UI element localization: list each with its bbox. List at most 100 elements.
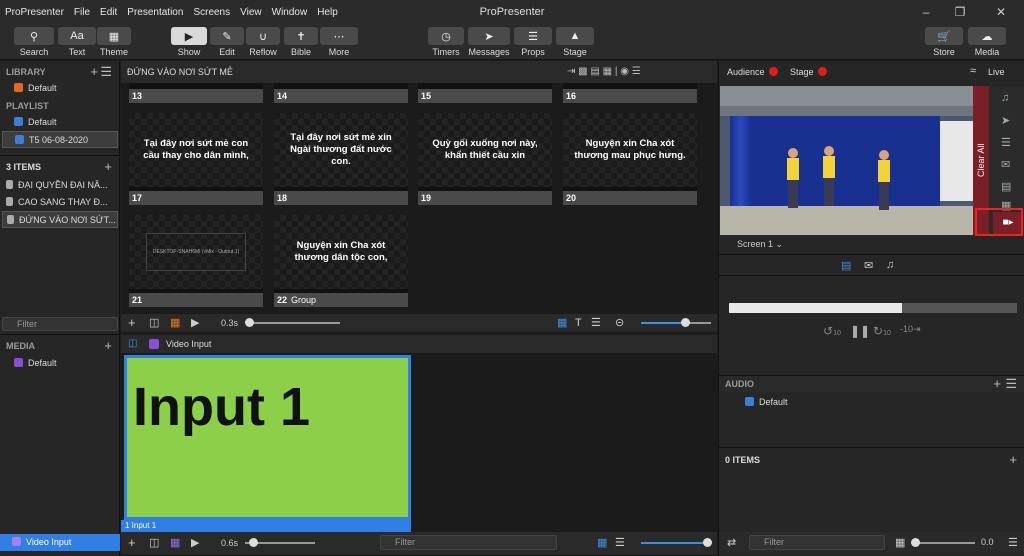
slide-text: Nguyện xin Cha xót thương dân tộc con,	[294, 240, 388, 263]
slide-20[interactable]: Nguyện xin Cha xót thương mau phục hưng.…	[563, 113, 697, 205]
menu-edit[interactable]: Edit	[95, 7, 122, 18]
slide-19[interactable]: Quỳ gối xuống nơi này, khẩn thiết cầu xi…	[418, 113, 552, 205]
grid-view-icon[interactable]: ▦	[597, 532, 607, 554]
zoom-slider[interactable]	[641, 318, 711, 327]
menu-presentation[interactable]: Presentation	[122, 7, 188, 18]
slide-audio-tab-icon[interactable]: ▤	[841, 259, 851, 272]
bible-button[interactable]: ✝ Bible	[284, 27, 318, 57]
announcement-layer-icon[interactable]: ✉	[1001, 158, 1010, 171]
slide-14[interactable]: 14	[274, 83, 408, 103]
menu-help[interactable]: Help	[312, 7, 343, 18]
messages-button[interactable]: ➤ Messages	[468, 27, 510, 57]
transition-time[interactable]: 0.3s	[221, 314, 238, 332]
announcement-tab-icon[interactable]: ✉	[864, 259, 873, 272]
props-button[interactable]: ☰ Props	[514, 27, 552, 57]
media-transition-slider[interactable]	[245, 538, 315, 547]
grid-view-icon[interactable]: ▦	[557, 314, 567, 332]
audio-layer-icon[interactable]: ♫	[1001, 92, 1009, 104]
layout-icon[interactable]: ◫	[149, 532, 159, 554]
more-button[interactable]: ⋯ More	[320, 27, 358, 57]
add-audio-icon[interactable]: +	[993, 376, 1001, 391]
media-item-video-input[interactable]: Video Input	[0, 534, 120, 551]
slide-21[interactable]: DESKTOP-SNAH6MI (vMix - Output 1) 21	[129, 215, 263, 307]
zoom-icon[interactable]: ⊝	[615, 314, 624, 332]
stage-button[interactable]: ▲ Stage	[556, 27, 594, 57]
transition-slider[interactable]	[245, 318, 340, 327]
playback-progress-bar[interactable]	[729, 303, 1017, 313]
list-view-icon[interactable]: ☰	[591, 314, 601, 332]
skip-back-ten-icon[interactable]: -10⇥	[900, 324, 921, 335]
reflow-button[interactable]: ∪ Reflow	[246, 27, 280, 57]
slide-layer-icon[interactable]: ▤	[1001, 180, 1011, 193]
item-dung-vao[interactable]: ĐỨNG VÀO NƠI SỨT...	[2, 211, 118, 228]
transition-icon[interactable]: ▶	[191, 532, 199, 554]
audio-filter-input[interactable]: Filter	[749, 535, 885, 550]
screen-select[interactable]: Screen 1 ⌄	[737, 239, 783, 250]
menu-file[interactable]: File	[69, 7, 95, 18]
video-input-thumbnail[interactable]: Input 1	[124, 355, 411, 520]
add-slide-icon[interactable]: +	[128, 314, 136, 332]
item-cao-sang[interactable]: CAO SANG THAY Đ...	[2, 194, 118, 211]
audio-tab-icon[interactable]: ♫	[886, 259, 894, 271]
add-media-icon[interactable]: +	[104, 338, 112, 353]
audience-toggle[interactable]: Audience	[727, 67, 778, 77]
playlist-item-t5[interactable]: T5 06-08-2020	[2, 131, 118, 148]
media-transition-time[interactable]: 0.6s	[221, 532, 238, 554]
audio-transition-slider[interactable]	[911, 538, 975, 547]
transition-icon[interactable]: ▶	[191, 314, 199, 332]
search-button[interactable]: ⚲ Search	[14, 27, 54, 57]
pause-icon[interactable]: ❚❚	[850, 324, 870, 338]
skip-back-icon[interactable]: ↺10	[823, 324, 841, 338]
props-layer-icon[interactable]: ☰	[1001, 136, 1011, 149]
media-filter-input[interactable]: Filter	[380, 535, 557, 550]
slide-13[interactable]: 13	[129, 83, 263, 103]
checker-icon[interactable]: ▦	[895, 536, 905, 549]
media-item-default[interactable]: Default	[2, 355, 118, 372]
menu-view[interactable]: View	[235, 7, 267, 18]
maximize-icon[interactable]: ❐	[952, 4, 968, 20]
layout-icon[interactable]: ◫	[149, 314, 159, 332]
checker-icon[interactable]: ▦	[170, 314, 180, 332]
sidebar-toggle-icon[interactable]: ◫	[128, 338, 137, 349]
skip-forward-icon[interactable]: ↻10	[873, 324, 891, 338]
slide-16[interactable]: 16	[563, 83, 697, 103]
add-item-icon[interactable]: +	[104, 159, 112, 174]
minimize-icon[interactable]: –	[918, 4, 934, 20]
library-item-default[interactable]: Default	[2, 80, 118, 97]
media-bin: ◫ Video Input Input 1 1 Input 1	[121, 335, 717, 533]
send-icon: ➤	[468, 27, 510, 45]
slide-17[interactable]: Tại đây nơi sứt mẻ con cầu thay cho dân …	[129, 113, 263, 205]
presentation-tools-icons[interactable]: ⇥ ▩ ▤ ▦ | ◉ ☰	[567, 61, 641, 83]
close-icon[interactable]: ✕	[993, 4, 1009, 20]
show-button[interactable]: ▶ Show	[171, 27, 207, 57]
text-button[interactable]: Aa Text	[58, 27, 96, 57]
timers-button[interactable]: ◷ Timers	[428, 27, 464, 57]
list-view-icon[interactable]: ☰	[615, 532, 625, 554]
add-library-icon[interactable]: +	[90, 64, 98, 79]
text-view-icon[interactable]: T	[575, 314, 582, 332]
edit-button[interactable]: ✎ Edit	[210, 27, 244, 57]
item-dai-quyen[interactable]: ĐẠI QUYỀN ĐẠI NĂ...	[2, 177, 118, 194]
theme-button[interactable]: ▦ Theme	[97, 27, 131, 57]
audio-item-default[interactable]: Default	[733, 394, 853, 411]
audio-menu-icon[interactable]: ☰	[1005, 376, 1017, 391]
library-menu-icon[interactable]: ☰	[100, 64, 112, 79]
media-zoom-slider[interactable]	[641, 538, 712, 547]
store-button[interactable]: 🛒 Store	[925, 27, 963, 57]
menu-app[interactable]: ProPresenter	[0, 7, 69, 18]
media-button[interactable]: ☁ Media	[968, 27, 1006, 57]
menu-window[interactable]: Window	[267, 7, 313, 18]
stage-toggle[interactable]: Stage	[790, 67, 827, 77]
slide-15[interactable]: 15	[418, 83, 552, 103]
add-audio-item-icon[interactable]: +	[1009, 452, 1017, 467]
playlist-item-default[interactable]: Default	[2, 114, 118, 131]
slide-22[interactable]: Nguyện xin Cha xót thương dân tộc con, 2…	[274, 215, 408, 307]
checker-icon[interactable]: ▦	[170, 532, 180, 554]
audio-list-icon[interactable]: ☰	[1008, 536, 1018, 549]
messages-layer-icon[interactable]: ➤	[1001, 114, 1010, 127]
library-filter-input[interactable]: Filter	[2, 317, 118, 331]
add-media-icon[interactable]: +	[128, 532, 136, 554]
menu-screens[interactable]: Screens	[188, 7, 235, 18]
slide-18[interactable]: Tại đây nơi sứt mẻ xin Ngài thương đất n…	[274, 113, 408, 205]
shuffle-icon[interactable]: ⇄	[727, 536, 736, 549]
